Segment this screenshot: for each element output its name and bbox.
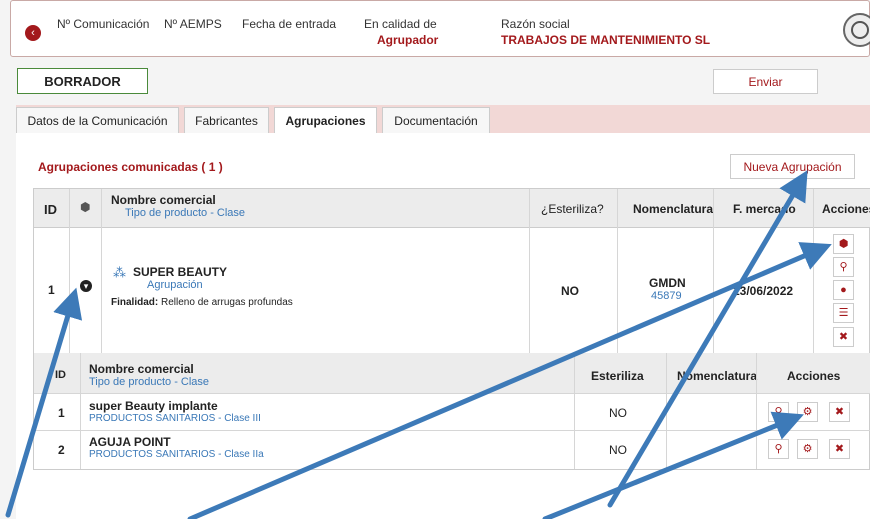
- sub-th-tipo: Tipo de producto - Clase: [89, 376, 210, 388]
- sub-row-esteriliza: NO: [609, 406, 627, 420]
- tab-documentacion[interactable]: Documentación: [382, 107, 490, 134]
- th-acciones: Acciones: [822, 202, 870, 216]
- search-icon[interactable]: [843, 13, 870, 47]
- header-aemps-label: Nº AEMPS: [164, 17, 222, 31]
- header-calidad-value: Agrupador: [377, 33, 439, 47]
- th-id: ID: [44, 202, 57, 217]
- col-divider: [529, 189, 530, 353]
- tab-agrupaciones[interactable]: Agrupaciones: [274, 107, 377, 135]
- col-divider: [80, 353, 81, 469]
- col-divider: [713, 189, 714, 353]
- th-nombre: Nombre comercial: [111, 193, 216, 207]
- col-divider: [666, 353, 667, 469]
- gears-icon[interactable]: ⚙: [797, 402, 818, 422]
- group-icon: ⁂: [113, 265, 126, 280]
- delete-icon[interactable]: ✖: [829, 402, 850, 422]
- list-icon[interactable]: ☰: [833, 303, 854, 323]
- status-button[interactable]: BORRADOR: [17, 68, 148, 94]
- sub-th-nombre: Nombre comercial: [89, 362, 194, 376]
- header-calidad: En calidad de Agrupador: [364, 17, 438, 47]
- row-divider: [34, 393, 870, 394]
- col-divider: [101, 189, 102, 353]
- chevron-left-icon: ‹: [31, 27, 35, 39]
- th-fmercado: F. mercado: [733, 202, 796, 216]
- sub-row-type: PRODUCTOS SANITARIOS - Clase III: [89, 413, 261, 424]
- finalidad-value: Relleno de arrugas profundas: [161, 297, 293, 308]
- sub-th-id: ID: [55, 369, 66, 381]
- row-id: 1: [48, 283, 55, 297]
- back-button[interactable]: ‹: [25, 25, 41, 41]
- cube-action-icon[interactable]: ⬢: [833, 234, 854, 254]
- section-title: Agrupaciones comunicadas ( 1 ): [38, 160, 223, 174]
- row-nomen-code: GMDN: [649, 276, 686, 290]
- col-divider: [756, 353, 757, 469]
- new-agrupacion-button[interactable]: Nueva Agrupación: [730, 154, 855, 179]
- delete-icon[interactable]: ✖: [829, 439, 850, 459]
- th-nomenclatura: Nomenclatura: [633, 202, 714, 216]
- row-finalidad: Finalidad: Relleno de arrugas profundas: [111, 297, 293, 308]
- col-divider: [574, 353, 575, 469]
- view-icon[interactable]: ⚲: [833, 257, 854, 277]
- header-comunicacion-label: Nº Comunicación: [57, 17, 150, 31]
- col-divider: [69, 189, 70, 353]
- th-tipo: Tipo de producto - Clase: [125, 207, 246, 219]
- row-divider: [34, 430, 870, 431]
- expand-toggle-icon[interactable]: ▾: [80, 280, 92, 292]
- sub-row-type: PRODUCTOS SANITARIOS - Clase IIa: [89, 449, 264, 460]
- sub-th-esteriliza: Esteriliza: [591, 369, 644, 383]
- tab-datos-comunicacion[interactable]: Datos de la Comunicación: [16, 107, 179, 134]
- gears-icon[interactable]: ⚙: [797, 439, 818, 459]
- agrupaciones-table: [33, 188, 870, 470]
- row-esteriliza: NO: [561, 284, 579, 298]
- delete-icon[interactable]: ✖: [833, 327, 854, 347]
- finalidad-label: Finalidad:: [111, 297, 159, 308]
- cube-icon: ⬢: [80, 200, 91, 214]
- th-esteriliza: ¿Esteriliza?: [541, 202, 604, 216]
- col-divider: [813, 189, 814, 353]
- col-divider: [617, 189, 618, 353]
- view-icon[interactable]: ⚲: [768, 439, 789, 459]
- send-button[interactable]: Enviar: [713, 69, 818, 94]
- sub-row-id: 2: [58, 443, 65, 457]
- sub-th-nomenclatura: Nomenclatura: [677, 369, 758, 383]
- sub-row-id: 1: [58, 406, 65, 420]
- header-razon: Razón social TRABAJOS DE MANTENIMIENTO S…: [501, 17, 710, 47]
- tab-fabricantes[interactable]: Fabricantes: [184, 107, 269, 134]
- row-fecha: 13/06/2022: [733, 284, 794, 298]
- sub-row-name: super Beauty implante: [89, 399, 218, 413]
- header-razon-label: Razón social: [501, 17, 570, 31]
- header-calidad-label: En calidad de: [364, 17, 437, 31]
- communication-header: ‹ Nº Comunicación Nº AEMPS Fecha de entr…: [10, 0, 870, 57]
- sub-row-esteriliza: NO: [609, 443, 627, 457]
- globe-icon[interactable]: ●: [833, 280, 854, 300]
- header-razon-value: TRABAJOS DE MANTENIMIENTO SL: [501, 33, 711, 47]
- sub-th-acciones: Acciones: [787, 369, 841, 383]
- row-type: Agrupación: [147, 279, 203, 291]
- row-name: SUPER BEAUTY: [133, 265, 228, 279]
- row-nomen-num: 45879: [651, 290, 682, 302]
- view-icon[interactable]: ⚲: [768, 402, 789, 422]
- header-fecha-label: Fecha de entrada: [242, 17, 337, 31]
- sub-row-name: AGUJA POINT: [89, 435, 171, 449]
